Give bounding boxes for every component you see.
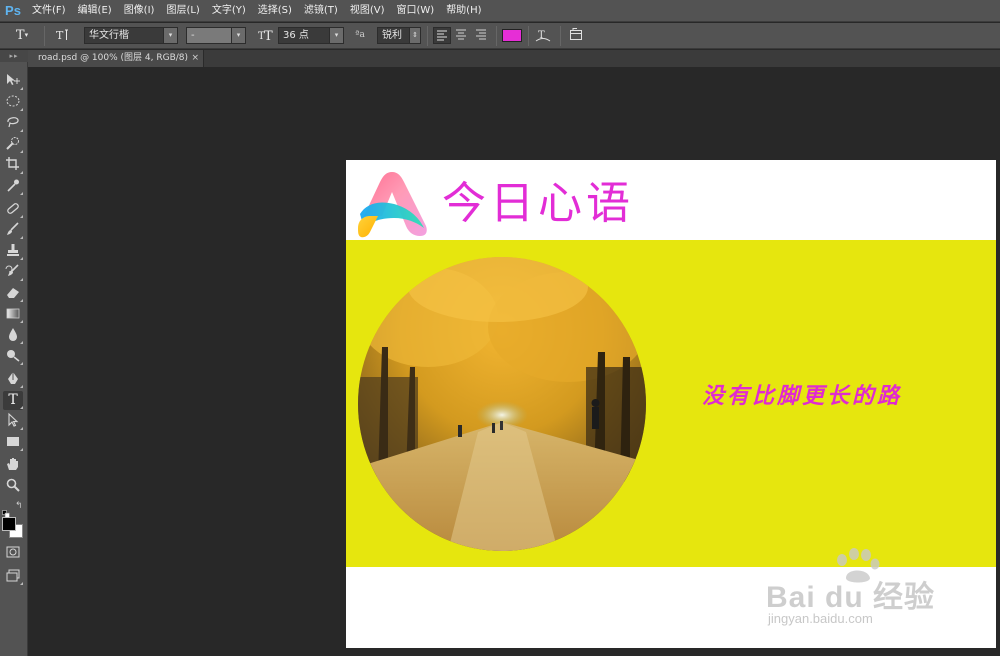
headline-text: 今日心语	[442, 178, 634, 229]
antialias-icon: ªa	[355, 30, 365, 40]
menu-edit[interactable]: 编辑(E)	[72, 0, 118, 22]
svg-text:T: T	[264, 29, 273, 42]
menu-select[interactable]: 选择(S)	[252, 0, 298, 22]
foreground-color-swatch[interactable]	[2, 517, 16, 531]
menu-layer[interactable]: 图层(L)	[160, 0, 205, 22]
type-tool-icon[interactable]: T	[3, 391, 23, 410]
hand-tool-icon[interactable]	[3, 456, 23, 475]
menu-bar: Ps 文件(F) 编辑(E) 图像(I) 图层(L) 文字(Y) 选择(S) 滤…	[0, 0, 1000, 22]
move-tool-icon[interactable]	[3, 72, 23, 91]
warp-text-icon: T	[535, 30, 551, 42]
chevron-down-icon: ▾	[329, 28, 343, 43]
menu-view[interactable]: 视图(V)	[344, 0, 391, 22]
toolbox-grip[interactable]: ▸▸	[0, 50, 28, 62]
watermark-brand: Bai du 经验	[766, 581, 936, 614]
app-logo: Ps	[5, 3, 21, 18]
separator	[44, 26, 45, 46]
menu-filter[interactable]: 滤镜(T)	[298, 0, 344, 22]
updown-arrows-icon: ⇕	[409, 28, 420, 43]
gradient-tool-icon[interactable]	[3, 305, 23, 324]
document-canvas[interactable]: 今日心语 没有比脚更长的路 Bai du 经验 jingyan.baidu.co…	[346, 160, 996, 648]
slogan-text: 没有比脚更长的路	[702, 383, 903, 409]
separator	[427, 26, 428, 46]
align-right-button[interactable]	[473, 27, 491, 44]
menu-type[interactable]: 文字(Y)	[206, 0, 252, 22]
history-brush-tool-icon[interactable]	[3, 263, 23, 282]
dodge-tool-icon[interactable]	[3, 347, 23, 366]
separator	[496, 26, 497, 46]
toolbox: ▸▸ T ↰	[0, 50, 28, 656]
screen-mode-icon[interactable]	[3, 567, 23, 586]
options-bar: T▾ T 华文行楷 ▾ - ▾ TT 36 点 ▾ ªa 锐利 ⇕ T	[0, 23, 1000, 49]
font-size-dropdown[interactable]: 36 点 ▾	[278, 27, 344, 44]
text-color-swatch[interactable]	[502, 29, 522, 42]
font-size-value: 36 点	[283, 30, 309, 41]
eraser-tool-icon[interactable]	[3, 284, 23, 303]
antialias-dropdown[interactable]: 锐利 ⇕	[377, 27, 421, 44]
menu-file[interactable]: 文件(F)	[26, 0, 72, 22]
align-center-button[interactable]	[453, 27, 471, 44]
close-icon[interactable]: ×	[191, 50, 199, 67]
blur-tool-icon[interactable]	[3, 326, 23, 345]
chevron-down-icon: ▾	[24, 31, 29, 39]
brush-tool-icon[interactable]	[3, 221, 23, 240]
yellow-band: 没有比脚更长的路	[346, 240, 996, 567]
align-left-icon	[437, 30, 447, 41]
marquee-tool-icon[interactable]	[3, 93, 23, 112]
quick-mask-icon[interactable]	[3, 544, 23, 563]
baidu-watermark: Bai du 经验 jingyan.baidu.com	[766, 548, 996, 638]
eyedropper-tool-icon[interactable]	[3, 177, 23, 196]
menu-help[interactable]: 帮助(H)	[440, 0, 487, 22]
watermark-url: jingyan.baidu.com	[768, 611, 873, 626]
panel-icon	[570, 28, 582, 40]
photoshop-window: Ps 文件(F) 编辑(E) 图像(I) 图层(L) 文字(Y) 选择(S) 滤…	[0, 0, 1000, 656]
document-tab-title: road.psd @ 100% (图层 4, RGB/8)	[38, 53, 189, 63]
healing-brush-tool-icon[interactable]	[3, 200, 23, 219]
header-band: 今日心语	[346, 160, 996, 240]
tool-preset-picker[interactable]: T▾	[12, 27, 32, 44]
zoom-tool-icon[interactable]	[3, 477, 23, 496]
type-tool-icon: T	[15, 28, 25, 43]
clone-stamp-tool-icon[interactable]	[3, 242, 23, 261]
tree-tunnel-photo	[358, 257, 646, 551]
font-family-value: 华文行楷	[89, 30, 129, 41]
menu-image[interactable]: 图像(I)	[118, 0, 161, 22]
swap-colors-icon[interactable]: ↰	[15, 502, 23, 511]
font-family-dropdown[interactable]: 华文行楷 ▾	[84, 27, 178, 44]
character-panel-button[interactable]	[568, 27, 588, 44]
quick-select-tool-icon[interactable]	[3, 135, 23, 154]
chevron-down-icon: ▾	[231, 28, 245, 43]
text-orientation-icon: T	[56, 29, 68, 42]
font-size-icon: TT	[256, 27, 274, 44]
menu-window[interactable]: 窗口(W)	[390, 0, 440, 22]
font-style-dropdown[interactable]: - ▾	[186, 27, 246, 44]
crop-tool-icon[interactable]	[3, 156, 23, 175]
font-style-value: -	[191, 30, 195, 41]
align-left-button[interactable]	[433, 27, 451, 44]
chevron-down-icon: ▾	[163, 28, 177, 43]
separator	[528, 26, 529, 46]
toggle-orientation-button[interactable]: T	[52, 27, 72, 44]
path-select-tool-icon[interactable]	[3, 412, 23, 431]
separator	[560, 26, 561, 46]
align-center-icon	[456, 29, 466, 40]
pen-tool-icon[interactable]	[3, 370, 23, 389]
document-tab[interactable]: road.psd @ 100% (图层 4, RGB/8) ×	[28, 50, 204, 67]
app-logo-icon	[358, 172, 427, 238]
default-colors-icon[interactable]	[2, 503, 10, 518]
warp-text-button[interactable]: T	[534, 27, 554, 44]
document-tab-bar: road.psd @ 100% (图层 4, RGB/8) ×	[28, 50, 1000, 67]
antialias-value: 锐利	[382, 30, 402, 41]
lasso-tool-icon[interactable]	[3, 114, 23, 133]
align-right-icon	[476, 29, 486, 40]
rectangle-tool-icon[interactable]	[3, 433, 23, 452]
svg-text:T: T	[56, 29, 64, 42]
